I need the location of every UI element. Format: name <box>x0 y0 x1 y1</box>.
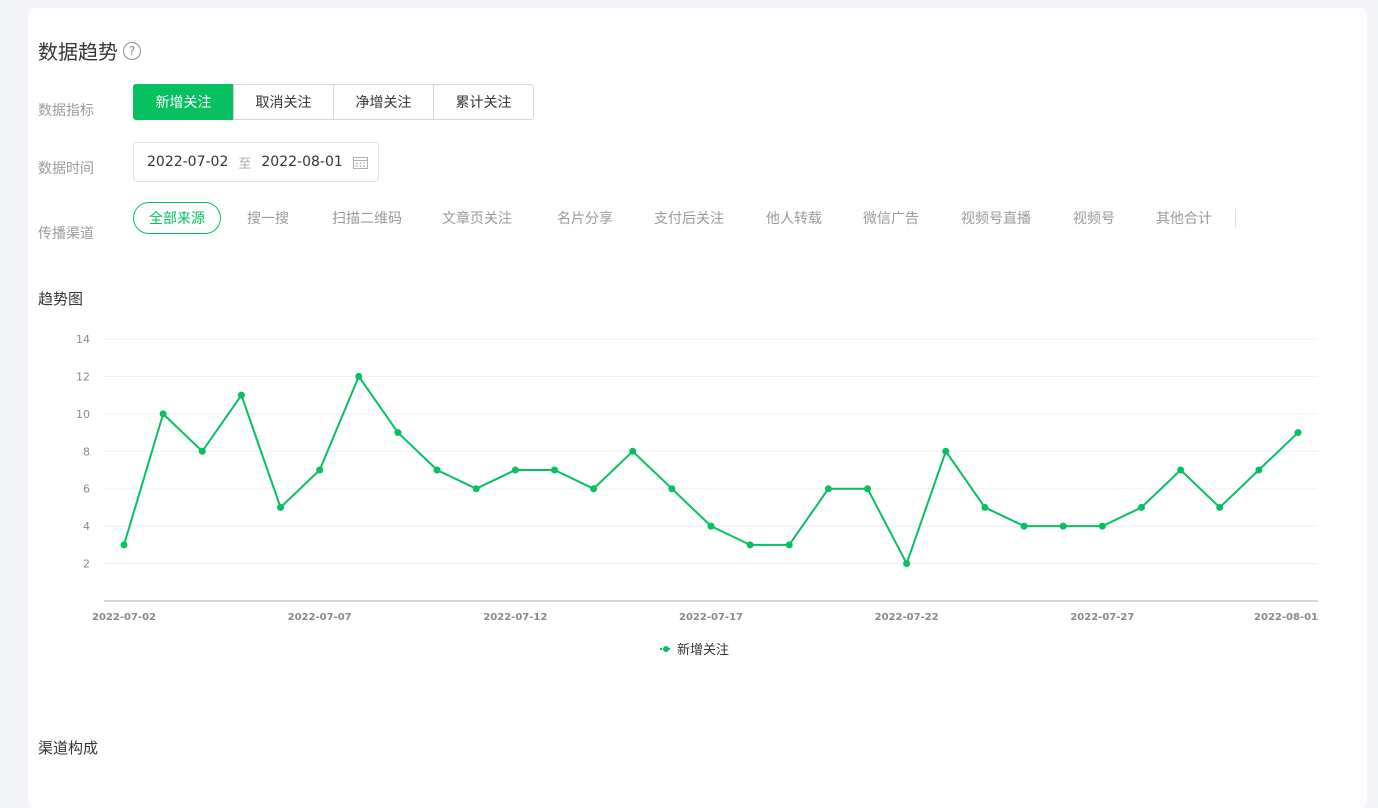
data-point <box>824 485 832 493</box>
data-point <box>942 447 950 455</box>
data-point <box>903 560 911 568</box>
y-tick-label: 2 <box>83 558 90 571</box>
y-tick-label: 12 <box>76 370 90 383</box>
y-tick-label: 8 <box>83 445 90 458</box>
data-point <box>277 503 285 511</box>
data-point <box>1098 522 1106 530</box>
data-point <box>785 541 793 549</box>
composition-title: 渠道构成 <box>38 739 99 757</box>
data-point <box>1216 503 1224 511</box>
data-point <box>433 466 441 474</box>
data-point <box>159 410 167 418</box>
x-tick-label: 2022-08-01 <box>1254 612 1318 623</box>
data-point <box>472 485 480 493</box>
y-tick-label: 10 <box>76 408 90 421</box>
data-point <box>1255 466 1263 474</box>
x-tick-label: 2022-07-07 <box>288 612 352 623</box>
data-point <box>668 485 676 493</box>
data-point <box>120 541 128 549</box>
legend-swatch-dot <box>663 646 669 652</box>
x-tick-label: 2022-07-22 <box>875 612 939 623</box>
x-tick-label: 2022-07-17 <box>679 612 743 623</box>
trend-chart: 2 4 6 8 10 12 14 2022-07-02 2022-07-07 2022-07-12… <box>76 333 1318 658</box>
data-point <box>511 466 519 474</box>
legend-label: 新增关注 <box>677 642 729 658</box>
data-point <box>590 485 598 493</box>
x-tick-label: 2022-07-12 <box>483 612 547 623</box>
data-point <box>198 447 206 455</box>
x-tick-label: 2022-07-02 <box>92 612 156 623</box>
data-point <box>707 522 715 530</box>
data-point <box>981 503 989 511</box>
data-point <box>316 466 324 474</box>
data-point <box>1137 503 1145 511</box>
data-point <box>864 485 872 493</box>
data-point <box>355 372 363 380</box>
data-point <box>629 447 637 455</box>
data-point <box>237 391 245 399</box>
data-point <box>1177 466 1185 474</box>
data-point <box>1294 429 1302 437</box>
data-point <box>550 466 558 474</box>
data-point <box>1059 522 1067 530</box>
y-tick-label: 14 <box>76 333 90 346</box>
data-point <box>746 541 754 549</box>
x-tick-label: 2022-07-27 <box>1070 612 1134 623</box>
data-point <box>394 429 402 437</box>
series-line <box>123 375 1299 565</box>
y-tick-label: 6 <box>83 483 90 496</box>
y-tick-label: 4 <box>83 520 90 533</box>
data-point <box>1020 522 1028 530</box>
